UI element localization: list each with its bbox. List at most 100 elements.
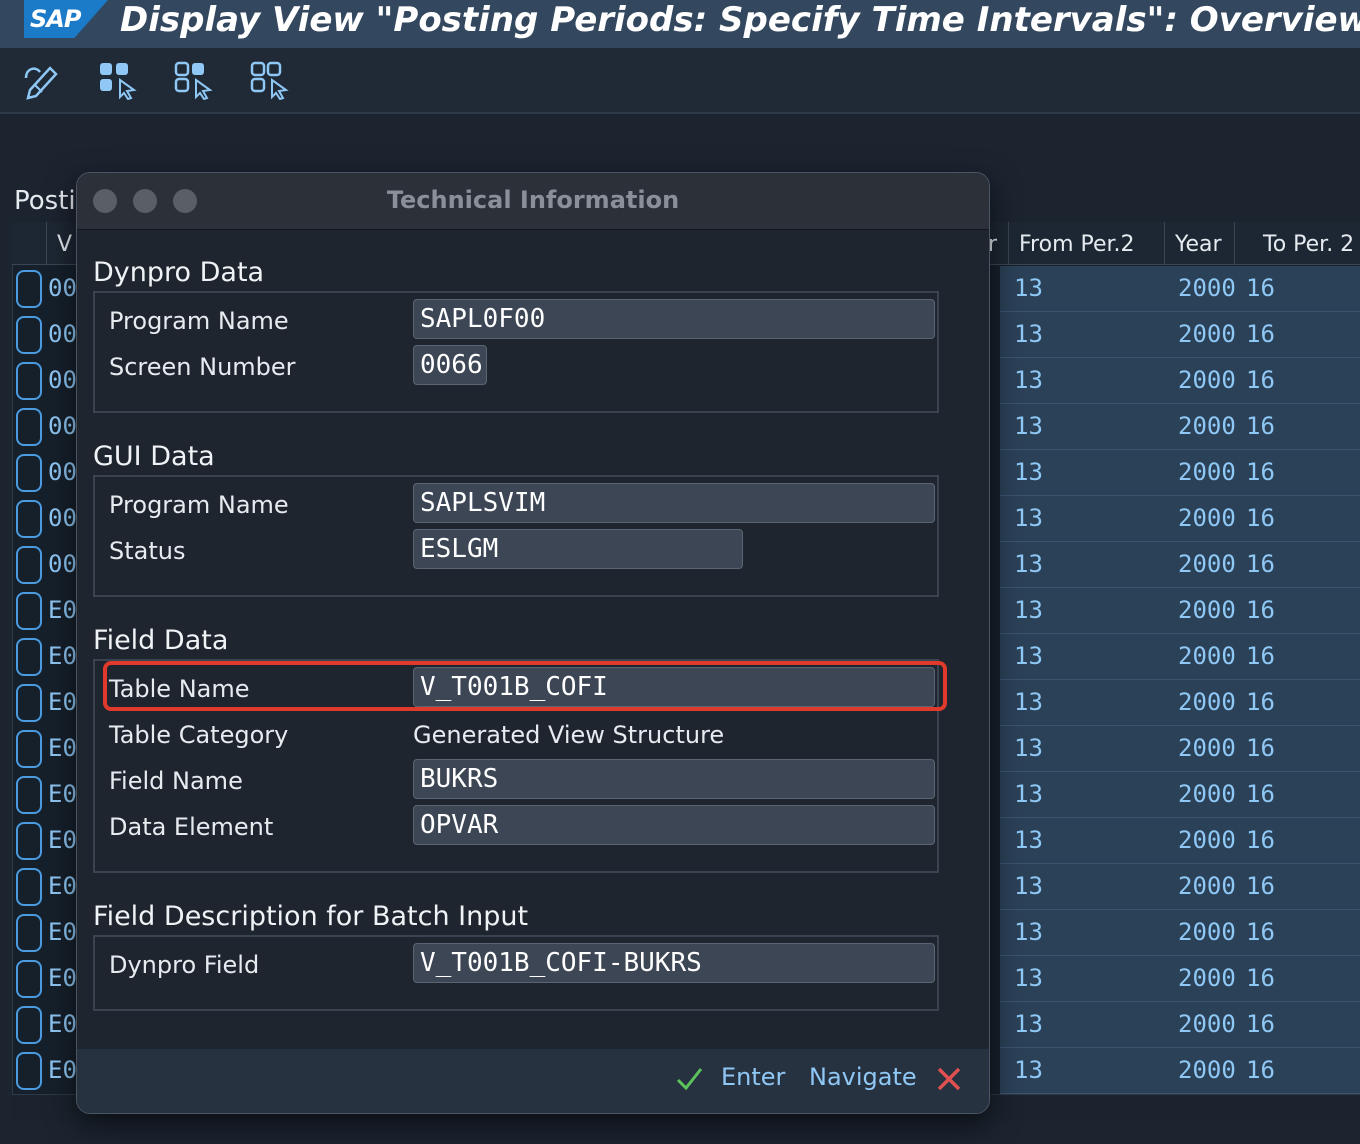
row-variant-cell[interactable]: 00 — [48, 458, 77, 486]
year-cell[interactable]: 2000 — [1178, 872, 1236, 900]
row-variant-cell[interactable]: E0 — [48, 872, 77, 900]
to-period-cell[interactable]: 16 — [1246, 504, 1275, 532]
year-cell[interactable]: 2000 — [1178, 734, 1236, 762]
from-period-cell[interactable]: 13 — [1014, 734, 1043, 762]
year-cell[interactable]: 2000 — [1178, 458, 1236, 486]
row-selector[interactable] — [16, 1052, 42, 1090]
column-header-year[interactable]: Year — [1164, 222, 1234, 264]
from-period-cell[interactable]: 13 — [1014, 642, 1043, 670]
row-selector[interactable] — [16, 408, 42, 446]
row-selector[interactable] — [16, 868, 42, 906]
to-period-cell[interactable]: 16 — [1246, 918, 1275, 946]
column-header-from-per2[interactable]: From Per.2 — [1008, 222, 1164, 264]
to-period-cell[interactable]: 16 — [1246, 1056, 1275, 1084]
to-period-cell[interactable]: 16 — [1246, 550, 1275, 578]
row-variant-cell[interactable]: E0 — [48, 734, 77, 762]
from-period-cell[interactable]: 13 — [1014, 458, 1043, 486]
row-variant-cell[interactable]: E0 — [48, 780, 77, 808]
from-period-cell[interactable]: 13 — [1014, 826, 1043, 854]
year-cell[interactable]: 2000 — [1178, 274, 1236, 302]
navigate-button[interactable]: Navigate — [809, 1063, 917, 1091]
year-cell[interactable]: 2000 — [1178, 320, 1236, 348]
year-cell[interactable]: 2000 — [1178, 688, 1236, 716]
data-element-field[interactable]: OPVAR — [413, 805, 935, 845]
row-selector[interactable] — [16, 362, 42, 400]
row-selector[interactable] — [16, 592, 42, 630]
status-field[interactable]: ESLGM — [413, 529, 743, 569]
to-period-cell[interactable]: 16 — [1246, 596, 1275, 624]
row-selector[interactable] — [16, 776, 42, 814]
to-period-cell[interactable]: 16 — [1246, 366, 1275, 394]
to-period-cell[interactable]: 16 — [1246, 458, 1275, 486]
row-variant-cell[interactable]: E0 — [48, 918, 77, 946]
row-variant-cell[interactable]: E0 — [48, 1010, 77, 1038]
from-period-cell[interactable]: 13 — [1014, 918, 1043, 946]
edit-button[interactable] — [20, 60, 64, 100]
row-selector[interactable] — [16, 730, 42, 768]
row-selector[interactable] — [16, 1006, 42, 1044]
enter-button[interactable]: Enter — [721, 1063, 785, 1091]
row-variant-cell[interactable]: E0 — [48, 642, 77, 670]
from-period-cell[interactable]: 13 — [1014, 366, 1043, 394]
row-selector[interactable] — [16, 270, 42, 308]
row-variant-cell[interactable]: E0 — [48, 826, 77, 854]
confirm-button[interactable] — [675, 1065, 703, 1099]
row-selector[interactable] — [16, 316, 42, 354]
year-cell[interactable]: 2000 — [1178, 550, 1236, 578]
field-name-field[interactable]: BUKRS — [413, 759, 935, 799]
dynpro-program-name-field[interactable]: SAPL0F00 — [413, 299, 935, 339]
to-period-cell[interactable]: 16 — [1246, 826, 1275, 854]
cancel-button[interactable] — [935, 1065, 963, 1099]
to-period-cell[interactable]: 16 — [1246, 688, 1275, 716]
year-cell[interactable]: 2000 — [1178, 596, 1236, 624]
row-variant-cell[interactable]: E0 — [48, 688, 77, 716]
row-selector[interactable] — [16, 684, 42, 722]
row-selector[interactable] — [16, 914, 42, 952]
row-variant-cell[interactable]: 00 — [48, 320, 77, 348]
year-cell[interactable]: 2000 — [1178, 1056, 1236, 1084]
year-cell[interactable]: 2000 — [1178, 366, 1236, 394]
to-period-cell[interactable]: 16 — [1246, 1010, 1275, 1038]
column-header-to-per2[interactable]: To Per. 2 — [1234, 222, 1360, 264]
to-period-cell[interactable]: 16 — [1246, 412, 1275, 440]
to-period-cell[interactable]: 16 — [1246, 320, 1275, 348]
row-selector[interactable] — [16, 822, 42, 860]
row-selector[interactable] — [16, 960, 42, 998]
year-cell[interactable]: 2000 — [1178, 642, 1236, 670]
deselect-all-button[interactable] — [248, 60, 292, 101]
to-period-cell[interactable]: 16 — [1246, 642, 1275, 670]
row-variant-cell[interactable]: 00 — [48, 550, 77, 578]
row-variant-cell[interactable]: 00 — [48, 504, 77, 532]
gui-program-name-field[interactable]: SAPLSVIM — [413, 483, 935, 523]
row-variant-cell[interactable]: 00 — [48, 412, 77, 440]
to-period-cell[interactable]: 16 — [1246, 734, 1275, 762]
from-period-cell[interactable]: 13 — [1014, 964, 1043, 992]
row-variant-cell[interactable]: 00 — [48, 274, 77, 302]
row-selector[interactable] — [16, 454, 42, 492]
year-cell[interactable]: 2000 — [1178, 918, 1236, 946]
year-cell[interactable]: 2000 — [1178, 826, 1236, 854]
from-period-cell[interactable]: 13 — [1014, 1056, 1043, 1084]
year-cell[interactable]: 2000 — [1178, 1010, 1236, 1038]
from-period-cell[interactable]: 13 — [1014, 872, 1043, 900]
from-period-cell[interactable]: 13 — [1014, 504, 1043, 532]
select-block-button[interactable] — [172, 60, 216, 101]
row-variant-cell[interactable]: E0 — [48, 1056, 77, 1084]
to-period-cell[interactable]: 16 — [1246, 780, 1275, 808]
from-period-cell[interactable]: 13 — [1014, 274, 1043, 302]
row-variant-cell[interactable]: E0 — [48, 964, 77, 992]
from-period-cell[interactable]: 13 — [1014, 596, 1043, 624]
row-selector[interactable] — [16, 638, 42, 676]
row-selector[interactable] — [16, 500, 42, 538]
from-period-cell[interactable]: 13 — [1014, 688, 1043, 716]
to-period-cell[interactable]: 16 — [1246, 872, 1275, 900]
dynpro-field-field[interactable]: V_T001B_COFI-BUKRS — [413, 943, 935, 983]
year-cell[interactable]: 2000 — [1178, 780, 1236, 808]
year-cell[interactable]: 2000 — [1178, 412, 1236, 440]
from-period-cell[interactable]: 13 — [1014, 780, 1043, 808]
to-period-cell[interactable]: 16 — [1246, 964, 1275, 992]
row-variant-cell[interactable]: 00 — [48, 366, 77, 394]
row-selector[interactable] — [16, 546, 42, 584]
row-variant-cell[interactable]: E0 — [48, 596, 77, 624]
to-period-cell[interactable]: 16 — [1246, 274, 1275, 302]
